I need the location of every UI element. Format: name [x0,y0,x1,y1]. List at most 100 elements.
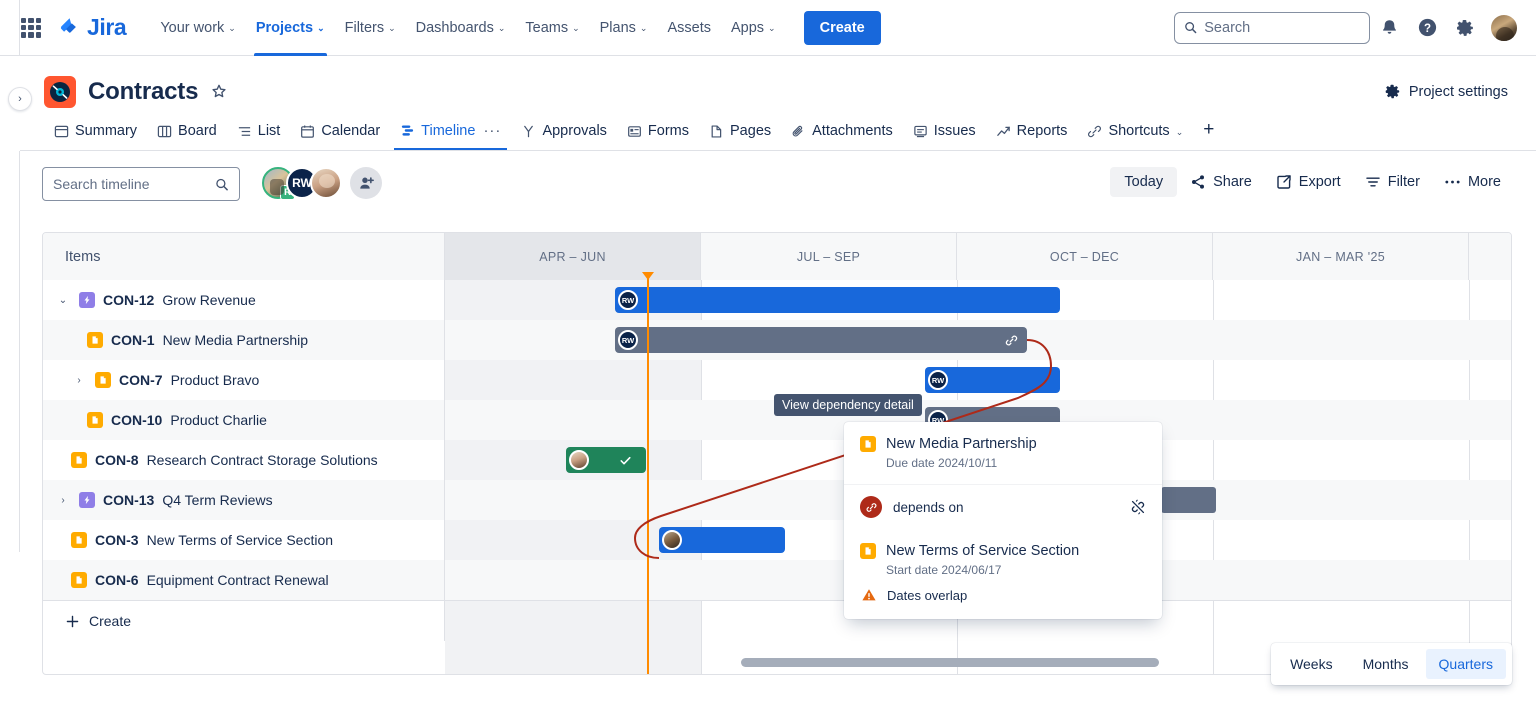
tab-list[interactable]: List [227,117,291,150]
quarter-header-oct-dec: OCT – DEC [957,233,1213,280]
timeline-bar-con-1[interactable]: RW [615,327,1027,353]
tab-timeline[interactable]: Timeline ··· [390,116,511,150]
issue-summary[interactable]: Research Contract Storage Solutions [147,452,378,468]
expand-chevron-icon[interactable]: › [71,375,87,386]
export-button[interactable]: Export [1265,167,1352,197]
link-icon [1004,333,1019,348]
issue-key[interactable]: CON-12 [103,292,154,308]
timeline-bar-con-12[interactable]: RW [615,287,1060,313]
chevron-down-icon[interactable]: ⌄ [1176,128,1184,137]
unlink-icon[interactable] [1130,499,1146,515]
project-title-row: Contracts [44,76,228,108]
create-issue-button[interactable]: Create [43,601,445,641]
timeline-bar-con-7[interactable]: RW [925,367,1060,393]
timeline-search-input[interactable] [53,176,215,192]
jira-home-link[interactable]: Jira [58,14,126,41]
tab-summary[interactable]: Summary [44,117,147,150]
nav-label: Assets [667,20,711,36]
nav-apps[interactable]: Apps ⌄ [721,0,786,56]
timeline-bar-con-13[interactable] [1161,487,1216,513]
quarter-header-apr-jun: APR – JUN [445,233,701,280]
table-row[interactable]: CON-6 Equipment Contract Renewal [43,560,1512,600]
table-row[interactable]: › CON-13 Q4 Term Reviews [43,480,1512,520]
dependency-detail-popup[interactable]: New Media Partnership Due date 2024/10/1… [844,422,1162,619]
timeline-search-box[interactable] [42,167,240,201]
issue-summary[interactable]: Q4 Term Reviews [162,492,272,508]
filter-button[interactable]: Filter [1354,167,1431,197]
zoom-months-button[interactable]: Months [1350,649,1422,679]
tab-calendar[interactable]: Calendar [290,117,390,150]
nav-dashboards[interactable]: Dashboards ⌄ [406,0,516,56]
profile-avatar[interactable] [1490,14,1518,42]
chevron-down-icon: ⌄ [317,24,325,33]
nav-filters[interactable]: Filters ⌄ [335,0,406,56]
global-navigation: Jira Your work ⌄ Projects ⌄ Filters ⌄ Da… [0,0,1536,56]
notifications-icon[interactable] [1370,9,1408,47]
tab-label: List [258,123,281,139]
table-row[interactable]: CON-8 Research Contract Storage Solution… [43,440,1512,480]
today-button[interactable]: Today [1110,167,1177,197]
dependency-target-card[interactable]: New Terms of Service Section Start date … [844,529,1162,619]
dependency-source-meta: Due date 2024/10/11 [886,456,1146,470]
tab-reports[interactable]: Reports [986,117,1078,150]
issue-summary[interactable]: Equipment Contract Renewal [147,572,329,588]
gear-icon [1384,83,1401,100]
zoom-weeks-button[interactable]: Weeks [1277,649,1346,679]
avatar[interactable] [310,167,342,199]
tab-issues[interactable]: Issues [903,117,986,150]
tab-board[interactable]: Board [147,117,227,150]
tab-forms[interactable]: Forms [617,117,699,150]
shortcuts-icon [1087,124,1102,139]
create-button[interactable]: Create [804,11,881,45]
issue-summary[interactable]: Product Bravo [171,372,260,388]
project-settings-button[interactable]: Project settings [1384,83,1508,100]
dependency-source-card[interactable]: New Media Partnership Due date 2024/10/1… [844,422,1162,485]
today-marker-arrow [642,272,654,280]
issue-key[interactable]: CON-8 [95,452,139,468]
assignee-avatar: RW [618,330,638,350]
tab-attachments[interactable]: Attachments [781,117,903,150]
settings-icon[interactable] [1446,9,1484,47]
nav-your-work[interactable]: Your work ⌄ [150,0,246,56]
zoom-quarters-button[interactable]: Quarters [1426,649,1506,679]
expand-sidebar-button[interactable]: › [8,87,32,111]
timeline-bar-con-3[interactable] [659,527,785,553]
help-icon[interactable]: ? [1408,9,1446,47]
expand-chevron-icon[interactable]: › [55,495,71,506]
app-switcher-icon[interactable] [20,17,42,39]
issue-key[interactable]: CON-10 [111,412,162,428]
global-search-box[interactable] [1174,12,1370,44]
tab-approvals[interactable]: Approvals [511,117,616,150]
timeline-bar-con-8[interactable] [566,447,646,473]
issue-summary[interactable]: New Media Partnership [163,332,309,348]
tab-more-icon[interactable]: ··· [483,122,501,139]
global-search-input[interactable] [1204,20,1360,36]
create-row[interactable]: Create [43,600,1512,640]
global-nav-actions: ? [1174,9,1536,47]
issue-key[interactable]: CON-7 [119,372,163,388]
add-tab-button[interactable]: + [1193,114,1224,150]
issue-summary[interactable]: Grow Revenue [162,292,255,308]
chevron-down-icon: ⌄ [388,24,396,33]
issue-key[interactable]: CON-1 [111,332,155,348]
more-button[interactable]: More [1433,167,1512,197]
nav-assets[interactable]: Assets [657,0,721,56]
add-person-icon[interactable] [350,167,382,199]
tab-pages[interactable]: Pages [699,117,781,150]
expand-chevron-icon[interactable]: ⌄ [55,295,71,306]
share-button[interactable]: Share [1179,167,1263,197]
nav-plans[interactable]: Plans ⌄ [590,0,658,56]
approvals-icon [521,124,536,139]
issue-key[interactable]: CON-6 [95,572,139,588]
star-icon[interactable] [210,83,228,101]
tab-shortcuts[interactable]: Shortcuts ⌄ [1077,117,1193,150]
project-avatar-icon [44,76,76,108]
issue-summary[interactable]: Product Charlie [170,412,267,428]
issue-summary[interactable]: New Terms of Service Section [147,532,333,548]
horizontal-scrollbar[interactable] [741,658,1159,667]
issue-key[interactable]: CON-3 [95,532,139,548]
quarter-header-overflow [1469,233,1512,280]
nav-teams[interactable]: Teams ⌄ [515,0,589,56]
issue-key[interactable]: CON-13 [103,492,154,508]
nav-projects[interactable]: Projects ⌄ [246,0,335,56]
